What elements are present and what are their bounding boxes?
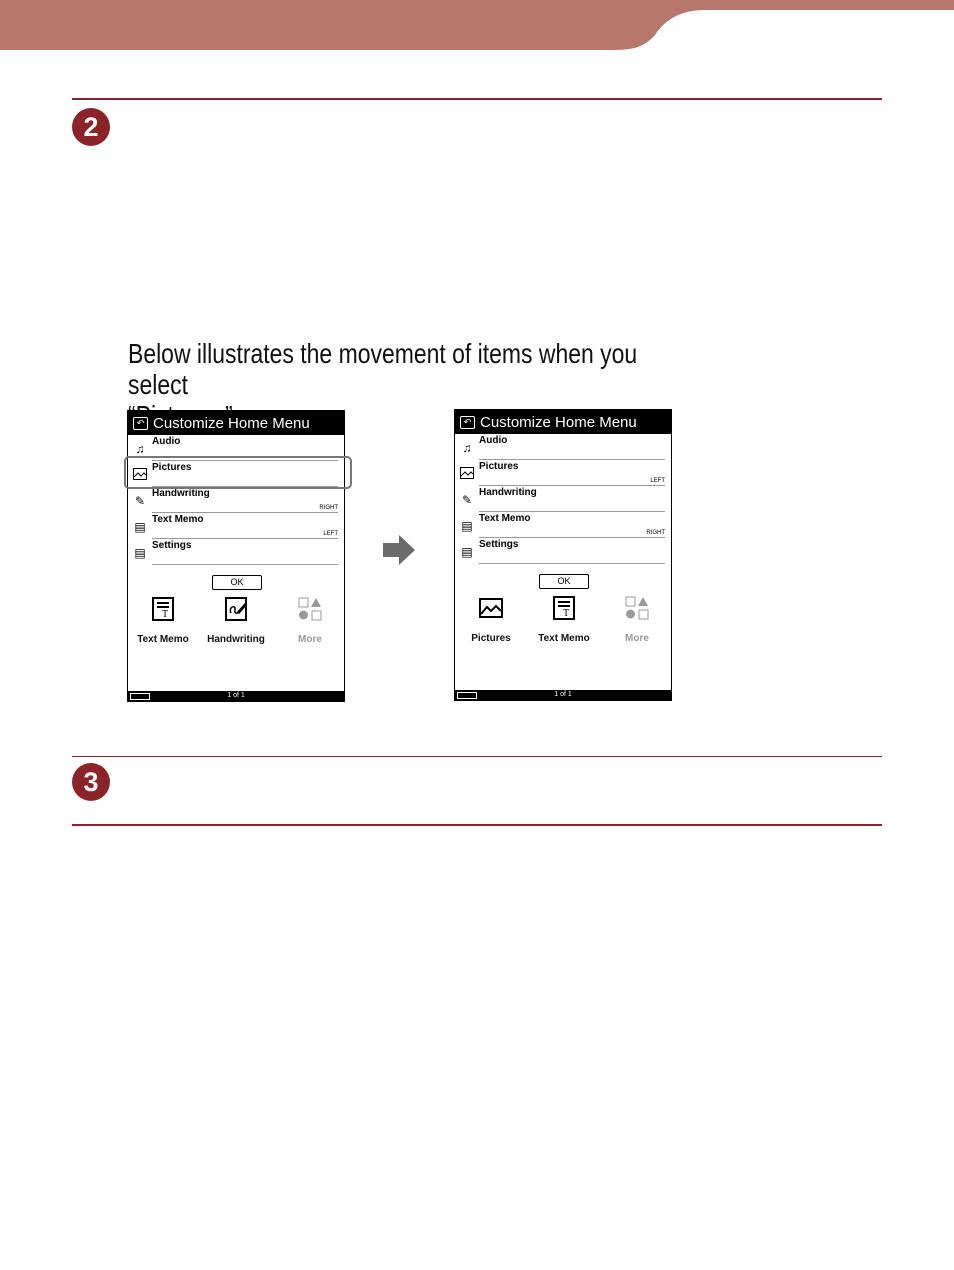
- settings-icon: ▤: [134, 546, 146, 560]
- home-icon-pictures[interactable]: Pictures: [461, 596, 521, 644]
- back-icon[interactable]: ↶: [133, 416, 148, 430]
- row-tag: RIGHT: [319, 505, 338, 511]
- selection-highlight: [124, 456, 352, 489]
- row-label: Handwriting: [152, 488, 210, 499]
- row-label: Text Memo: [152, 514, 204, 525]
- home-icon-text-memo[interactable]: T Text Memo: [133, 597, 193, 645]
- menu-row-text-memo[interactable]: ▤ Text Memo LEFT: [128, 513, 344, 539]
- picture-icon: [460, 467, 474, 481]
- settings-icon: ▤: [461, 545, 473, 559]
- home-icon-label: Text Memo: [538, 633, 590, 644]
- text-memo-icon: ▤: [461, 519, 473, 533]
- menu-row-audio[interactable]: ♫ Audio: [455, 434, 671, 460]
- battery-icon: [130, 693, 150, 700]
- home-icon-more[interactable]: More: [607, 596, 667, 644]
- svg-text:T: T: [162, 609, 168, 620]
- section-rule: [72, 98, 882, 100]
- screen-footer: 1 of 1: [455, 690, 671, 700]
- music-note-icon: ♫: [135, 442, 145, 456]
- home-icon-label: Text Memo: [137, 634, 189, 645]
- screen-footer: 1 of 1: [128, 691, 344, 701]
- row-divider: [152, 564, 338, 565]
- row-label: Audio: [479, 435, 508, 446]
- home-icon-label: Handwriting: [207, 634, 265, 645]
- page-indicator: 1 of 1: [227, 692, 245, 699]
- screen-title-bar: ↶ Customize Home Menu: [455, 410, 671, 434]
- text-memo-icon: T: [152, 597, 174, 621]
- text-memo-icon: T: [553, 596, 575, 620]
- back-icon[interactable]: ↶: [460, 415, 475, 429]
- row-tag: LEFT: [650, 478, 665, 484]
- row-divider: [479, 563, 665, 564]
- intro-line-1: Below illustrates the movement of items …: [128, 338, 638, 400]
- picture-icon: [479, 598, 503, 618]
- handwriting-icon: ✎: [461, 493, 473, 507]
- handwriting-icon: [225, 597, 248, 621]
- row-tag: LEFT: [323, 531, 338, 537]
- row-label: Text Memo: [479, 513, 531, 524]
- step-badge-3: 3: [72, 763, 110, 801]
- ok-button[interactable]: OK: [212, 575, 262, 590]
- header-band: [0, 0, 954, 50]
- home-icon-label: More: [625, 633, 649, 644]
- battery-icon: [457, 692, 477, 699]
- music-note-icon: ♫: [462, 441, 472, 455]
- row-label: Settings: [152, 540, 192, 551]
- home-icon-more[interactable]: More: [280, 597, 340, 645]
- svg-text:T: T: [563, 608, 569, 619]
- row-label: Audio: [152, 436, 181, 447]
- menu-row-handwriting[interactable]: ✎ Handwriting: [455, 486, 671, 512]
- page-indicator: 1 of 1: [554, 691, 572, 698]
- home-icon-label: More: [298, 634, 322, 645]
- screen-title: Customize Home Menu: [153, 414, 310, 432]
- menu-row-settings[interactable]: ▤ Settings: [128, 539, 344, 565]
- menu-row-settings[interactable]: ▤ Settings: [455, 538, 671, 564]
- screen-after: ↶ Customize Home Menu ♫ Audio Pictures L…: [454, 409, 672, 701]
- menu-row-pictures[interactable]: Pictures LEFT: [455, 460, 671, 486]
- text-memo-icon: ▤: [134, 520, 146, 534]
- menu-row-text-memo[interactable]: ▤ Text Memo RIGHT: [455, 512, 671, 538]
- step-badge-2: 2: [72, 108, 110, 146]
- screen-before: ↶ Customize Home Menu ♫ Audio Pictures ✎…: [127, 410, 345, 702]
- row-label: Settings: [479, 539, 519, 550]
- home-icon-handwriting[interactable]: Handwriting: [206, 597, 266, 645]
- handwriting-icon: ✎: [134, 494, 146, 508]
- row-label: Handwriting: [479, 487, 537, 498]
- home-icon-label: Pictures: [471, 633, 511, 644]
- row-tag: RIGHT: [646, 530, 665, 536]
- screen-title-bar: ↶ Customize Home Menu: [128, 411, 344, 435]
- ok-button[interactable]: OK: [539, 574, 589, 589]
- screen-title: Customize Home Menu: [480, 413, 637, 431]
- section-rule: [72, 824, 882, 826]
- row-label: Pictures: [479, 461, 519, 472]
- home-icon-text-memo[interactable]: T Text Memo: [534, 596, 594, 644]
- arrow-right-icon: [383, 535, 415, 565]
- more-icon: [298, 597, 322, 621]
- menu-row-handwriting[interactable]: ✎ Handwriting RIGHT: [128, 487, 344, 513]
- more-icon: [625, 596, 649, 620]
- section-rule: [72, 756, 882, 757]
